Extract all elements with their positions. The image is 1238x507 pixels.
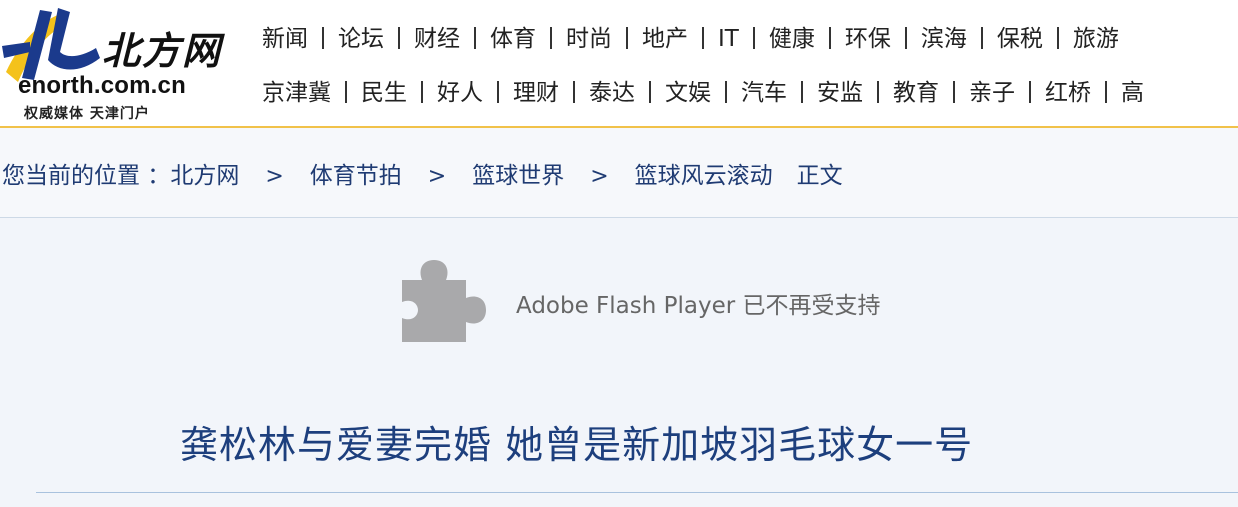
breadcrumb-link[interactable]: 篮球风云滚动 [635,156,773,190]
nav-item[interactable]: 教育 [893,73,939,113]
nav-item[interactable]: 体育 [490,19,536,59]
nav-item[interactable]: 财经 [414,19,460,59]
nav-divider [421,81,423,103]
nav-item[interactable]: 地产 [642,19,688,59]
main-nav-row-2: 京津冀 民生 好人 理财 泰达 文娱 汽车 安监 教育 亲子 红桥高 [262,73,1238,113]
nav-divider [1056,27,1059,49]
nav-item[interactable]: 滨海 [921,19,967,59]
nav-item[interactable]: 旅游 [1073,19,1119,59]
logo-slogan: 权威媒体 天津门户 [24,106,150,122]
nav-divider [702,27,704,49]
nav-divider [904,27,907,49]
breadcrumb-link[interactable]: 体育节拍 [310,156,402,190]
article-headline: 龚松林与爱妻完婚 她曾是新加坡羽毛球女一号 [180,423,974,467]
nav-item[interactable]: 民生 [361,73,407,113]
nav-divider [1029,81,1031,103]
breadcrumb-current: 正文 [796,163,843,189]
nav-divider [497,81,499,103]
nav-item[interactable]: 泰达 [589,73,635,113]
article-area: Adobe Flash Player 已不再受支持 龚松林与爱妻完婚 她曾是新加… [0,218,1238,507]
nav-item[interactable]: IT [718,19,739,59]
nav-item[interactable]: 时尚 [566,19,612,59]
flash-unsupported-message: Adobe Flash Player 已不再受支持 [516,293,881,319]
chevron-right-icon: > [427,164,447,189]
main-nav-row-1: 新闻 论坛 财经 体育 时尚 地产 IT 健康 环保 滨海 保税 旅游 [262,19,1238,59]
nav-item[interactable]: 京津冀 [262,73,331,113]
nav-divider [474,27,476,49]
breadcrumb-link[interactable]: 篮球世界 [472,156,564,190]
nav-divider [550,27,552,49]
nav-divider [345,81,347,103]
nav-divider [725,81,727,103]
nav-divider [322,27,324,49]
site-logo[interactable]: 北方网 enorth.com.cn 权威媒体 天津门户 [0,0,250,126]
chevron-right-icon: > [265,164,284,189]
nav-item[interactable]: 环保 [845,19,891,59]
nav-divider [573,81,575,103]
nav-divider [649,81,651,103]
nav-item[interactable]: 文娱 [665,73,711,113]
nav-divider [801,81,803,103]
headline-divider [36,492,1238,493]
nav-item[interactable]: 亲子 [969,73,1015,113]
nav-divider [980,27,983,49]
site-header: 北方网 enorth.com.cn 权威媒体 天津门户 新闻 论坛 财经 体育 时尚 地产… [0,0,1238,128]
nav-divider [877,81,879,103]
nav-item[interactable]: 安监 [817,73,863,113]
nav-divider [828,27,831,49]
flash-plugin-placeholder[interactable]: Adobe Flash Player 已不再受支持 [398,256,958,346]
nav-item[interactable]: 高 [1121,73,1144,113]
nav-item[interactable]: 好人 [437,73,483,113]
nav-item[interactable]: 健康 [769,19,815,59]
nav-item[interactable]: 红桥 [1045,73,1091,113]
nav-item[interactable]: 新闻 [262,19,308,59]
breadcrumb-link[interactable]: 北方网 [170,156,239,190]
nav-divider [752,27,755,49]
nav-divider [398,27,400,49]
nav-item[interactable]: 理财 [513,73,559,113]
logo-chinese-name: 北方网 [102,28,223,73]
chevron-right-icon: > [590,164,609,189]
nav-divider [953,81,955,103]
nav-item[interactable]: 保税 [997,19,1043,59]
nav-divider [1105,81,1107,103]
puzzle-piece-icon [402,260,486,342]
nav-item[interactable]: 汽车 [741,73,787,113]
nav-item[interactable]: 论坛 [338,19,384,59]
logo-domain: enorth.com.cn [18,72,186,99]
breadcrumb: 您当前的位置 ：北方网 > 体育节拍 > 篮球世界 > 篮球风云滚动 正文 [0,128,1238,218]
nav-divider [626,27,628,49]
breadcrumb-prefix: 您当前的位置 ： [2,163,171,189]
